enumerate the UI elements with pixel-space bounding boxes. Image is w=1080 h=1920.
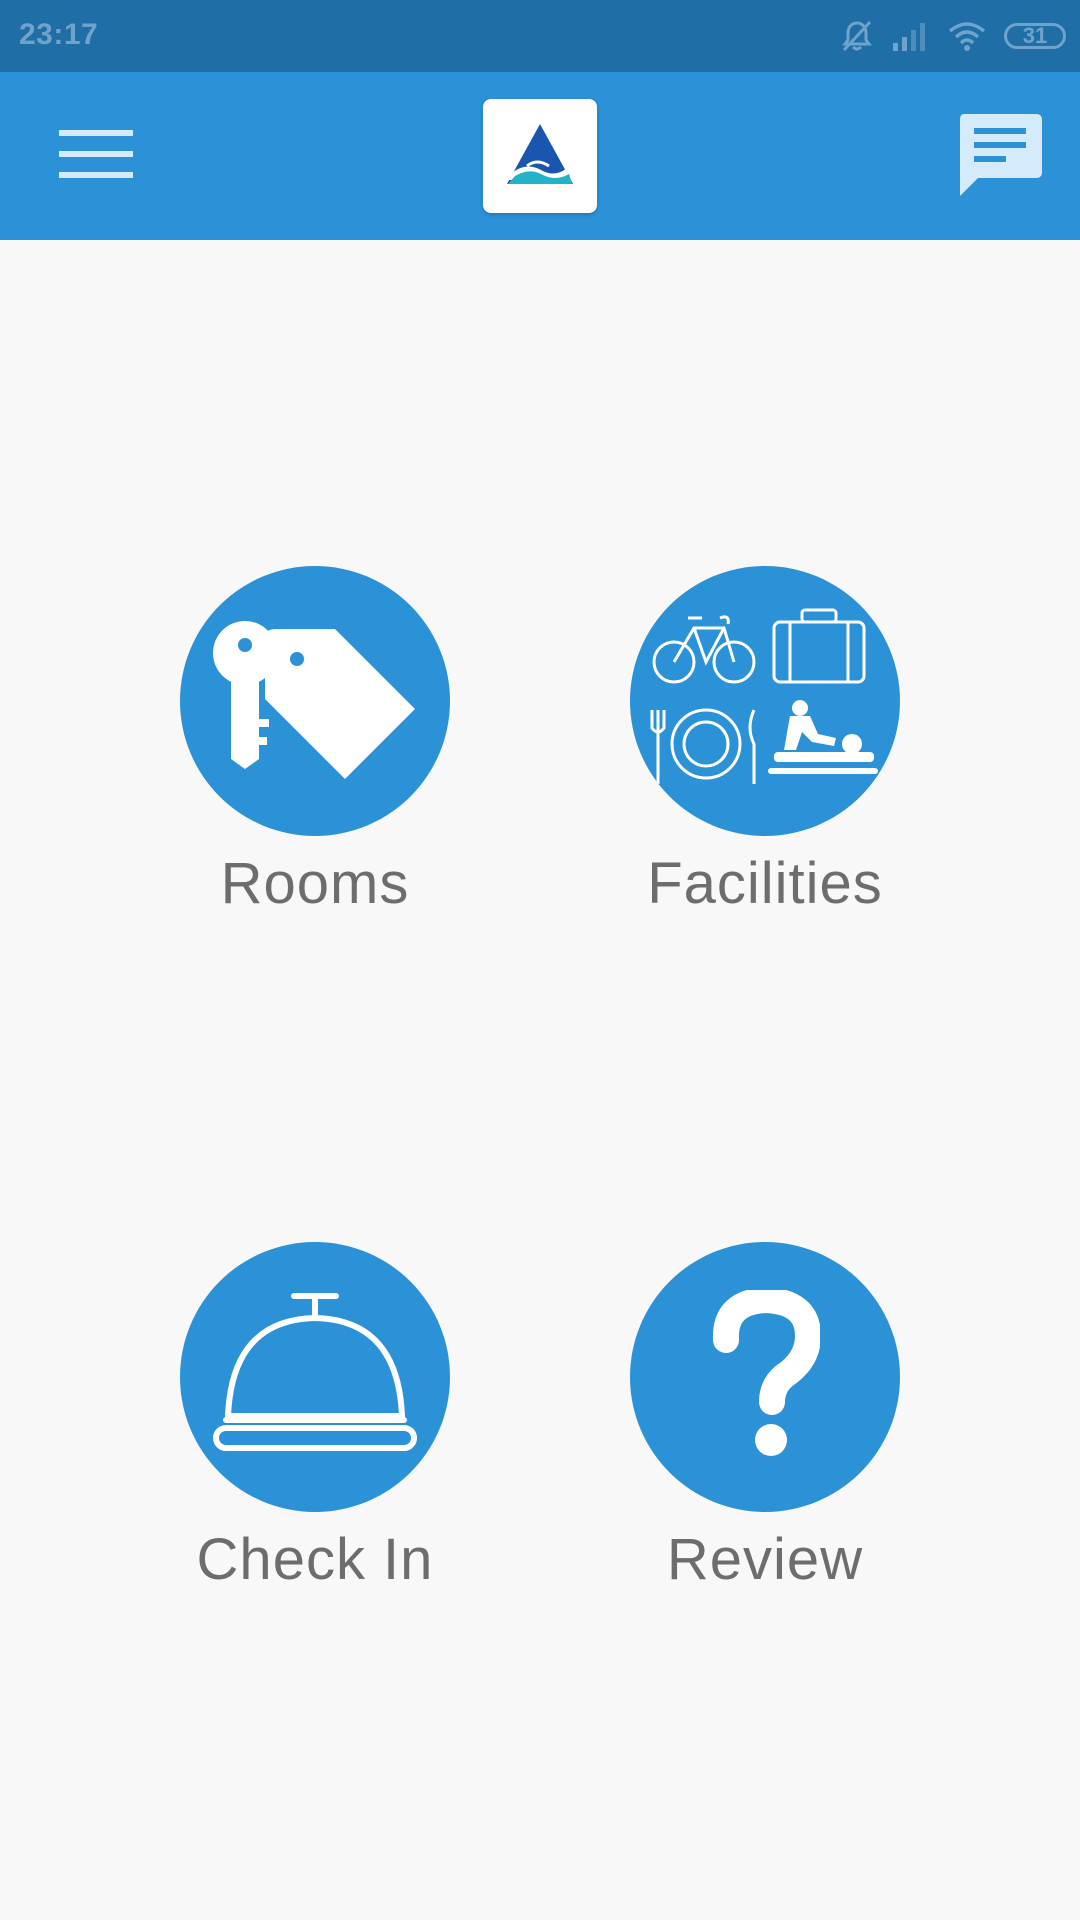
rooms-button[interactable]: Rooms <box>155 566 475 936</box>
wifi-icon <box>948 21 986 51</box>
rooms-circle <box>180 566 450 836</box>
hotel-logo-icon <box>505 122 575 191</box>
review-button[interactable]: Review <box>605 1242 925 1612</box>
facilities-circle <box>630 566 900 836</box>
notifications-off-icon <box>840 19 874 53</box>
rooms-label: Rooms <box>220 851 410 916</box>
reception-bell-icon <box>210 1290 420 1465</box>
battery-icon: 31 <box>1004 23 1066 49</box>
review-label: Review <box>666 1527 864 1592</box>
signal-icon <box>892 21 930 51</box>
status-time: 23:17 <box>19 18 99 51</box>
check-in-button[interactable]: Check In <box>155 1242 475 1612</box>
chat-icon <box>958 113 1042 201</box>
key-tag-icon <box>205 609 425 794</box>
hamburger-menu-icon <box>59 128 133 185</box>
app-bar <box>0 72 1080 240</box>
check-in-circle <box>180 1242 450 1512</box>
status-icons: 31 <box>840 18 1066 54</box>
facilities-button[interactable]: Facilities <box>605 566 925 936</box>
app-logo[interactable] <box>483 99 597 213</box>
facilities-icon <box>650 604 880 799</box>
facilities-label: Facilities <box>647 851 883 916</box>
menu-button[interactable] <box>48 118 144 194</box>
question-mark-icon <box>710 1286 822 1465</box>
status-bar: 23:17 31 <box>0 0 1080 72</box>
review-circle <box>630 1242 900 1512</box>
battery-level: 31 <box>1022 23 1048 48</box>
check-in-label: Check In <box>196 1527 434 1592</box>
chat-button[interactable] <box>950 112 1050 202</box>
